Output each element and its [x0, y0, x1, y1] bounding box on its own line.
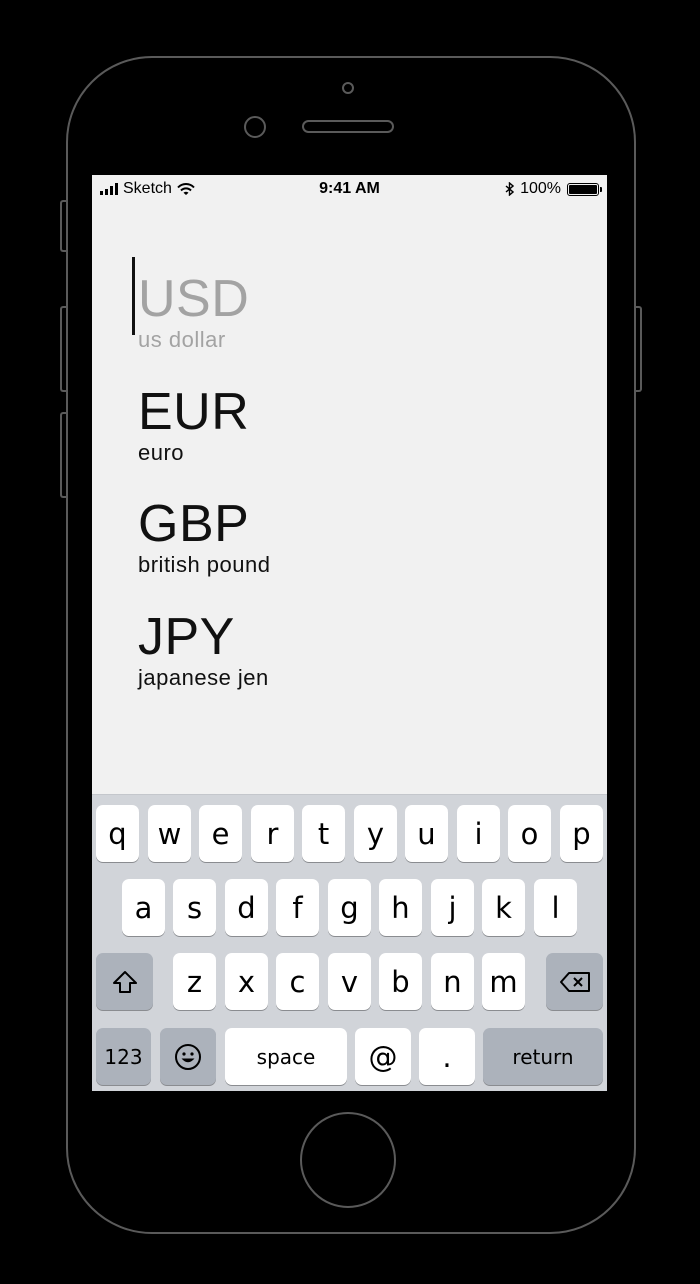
key-e[interactable]: e — [199, 805, 242, 862]
currency-code: GBP — [138, 495, 250, 553]
key-w[interactable]: w — [148, 805, 191, 862]
key-y[interactable]: y — [354, 805, 397, 862]
key-o[interactable]: o — [508, 805, 551, 862]
key-h[interactable]: h — [379, 879, 422, 936]
delete-key[interactable] — [546, 953, 603, 1010]
key-p[interactable]: p — [560, 805, 603, 862]
at-key[interactable]: @ — [355, 1028, 411, 1085]
stage: Sketch 9:41 AM 100% USD us dollar EUR eu… — [0, 0, 700, 1284]
keyboard: q w e r t y u i o p a s d f g h j k l z … — [92, 794, 607, 1091]
shift-icon — [112, 970, 137, 993]
key-z[interactable]: z — [173, 953, 216, 1010]
currency-code: EUR — [138, 383, 250, 441]
battery-icon — [567, 182, 602, 196]
status-right: 100% — [505, 180, 602, 198]
currency-name: euro — [138, 440, 185, 465]
key-a[interactable]: a — [122, 879, 165, 936]
key-d[interactable]: d — [225, 879, 268, 936]
text-cursor — [132, 257, 135, 335]
key-j[interactable]: j — [431, 879, 474, 936]
key-x[interactable]: x — [225, 953, 268, 1010]
mute-switch — [60, 200, 66, 252]
currency-name: japanese jen — [138, 665, 269, 690]
home-button[interactable] — [300, 1112, 396, 1208]
key-r[interactable]: r — [251, 805, 294, 862]
delete-icon — [559, 971, 590, 992]
key-k[interactable]: k — [482, 879, 525, 936]
currency-item-eur[interactable]: EUR euro — [138, 384, 249, 466]
space-key[interactable]: space — [225, 1028, 347, 1085]
return-key[interactable]: return — [483, 1028, 603, 1085]
numbers-key[interactable]: 123 — [96, 1028, 151, 1085]
earpiece-speaker — [302, 120, 394, 133]
key-i[interactable]: i — [457, 805, 500, 862]
key-c[interactable]: c — [276, 953, 319, 1010]
key-t[interactable]: t — [302, 805, 345, 862]
power-button — [636, 306, 642, 392]
key-q[interactable]: q — [96, 805, 139, 862]
key-m[interactable]: m — [482, 953, 525, 1010]
battery-percent: 100% — [520, 180, 561, 197]
period-key[interactable]: . — [419, 1028, 475, 1085]
camera — [342, 82, 354, 94]
key-s[interactable]: s — [173, 879, 216, 936]
currency-item-usd[interactable]: USD us dollar — [138, 271, 249, 353]
currency-item-jpy[interactable]: JPY japanese jen — [138, 609, 269, 691]
key-n[interactable]: n — [431, 953, 474, 1010]
key-u[interactable]: u — [405, 805, 448, 862]
currency-item-gbp[interactable]: GBP british pound — [138, 496, 270, 578]
key-v[interactable]: v — [328, 953, 371, 1010]
emoji-key[interactable] — [160, 1028, 216, 1085]
bluetooth-icon — [505, 182, 515, 196]
shift-key[interactable] — [96, 953, 153, 1010]
currency-code: USD — [138, 270, 250, 328]
volume-up-button — [60, 306, 66, 392]
key-f[interactable]: f — [276, 879, 319, 936]
currency-code: JPY — [138, 608, 235, 666]
currency-name: british pound — [138, 552, 271, 577]
volume-down-button — [60, 412, 66, 498]
front-sensor — [244, 116, 266, 138]
status-bar: Sketch 9:41 AM 100% — [92, 175, 607, 203]
screen: Sketch 9:41 AM 100% USD us dollar EUR eu… — [92, 175, 607, 1091]
key-l[interactable]: l — [534, 879, 577, 936]
currency-name: us dollar — [138, 327, 226, 352]
key-b[interactable]: b — [379, 953, 422, 1010]
key-g[interactable]: g — [328, 879, 371, 936]
emoji-icon — [175, 1043, 201, 1070]
